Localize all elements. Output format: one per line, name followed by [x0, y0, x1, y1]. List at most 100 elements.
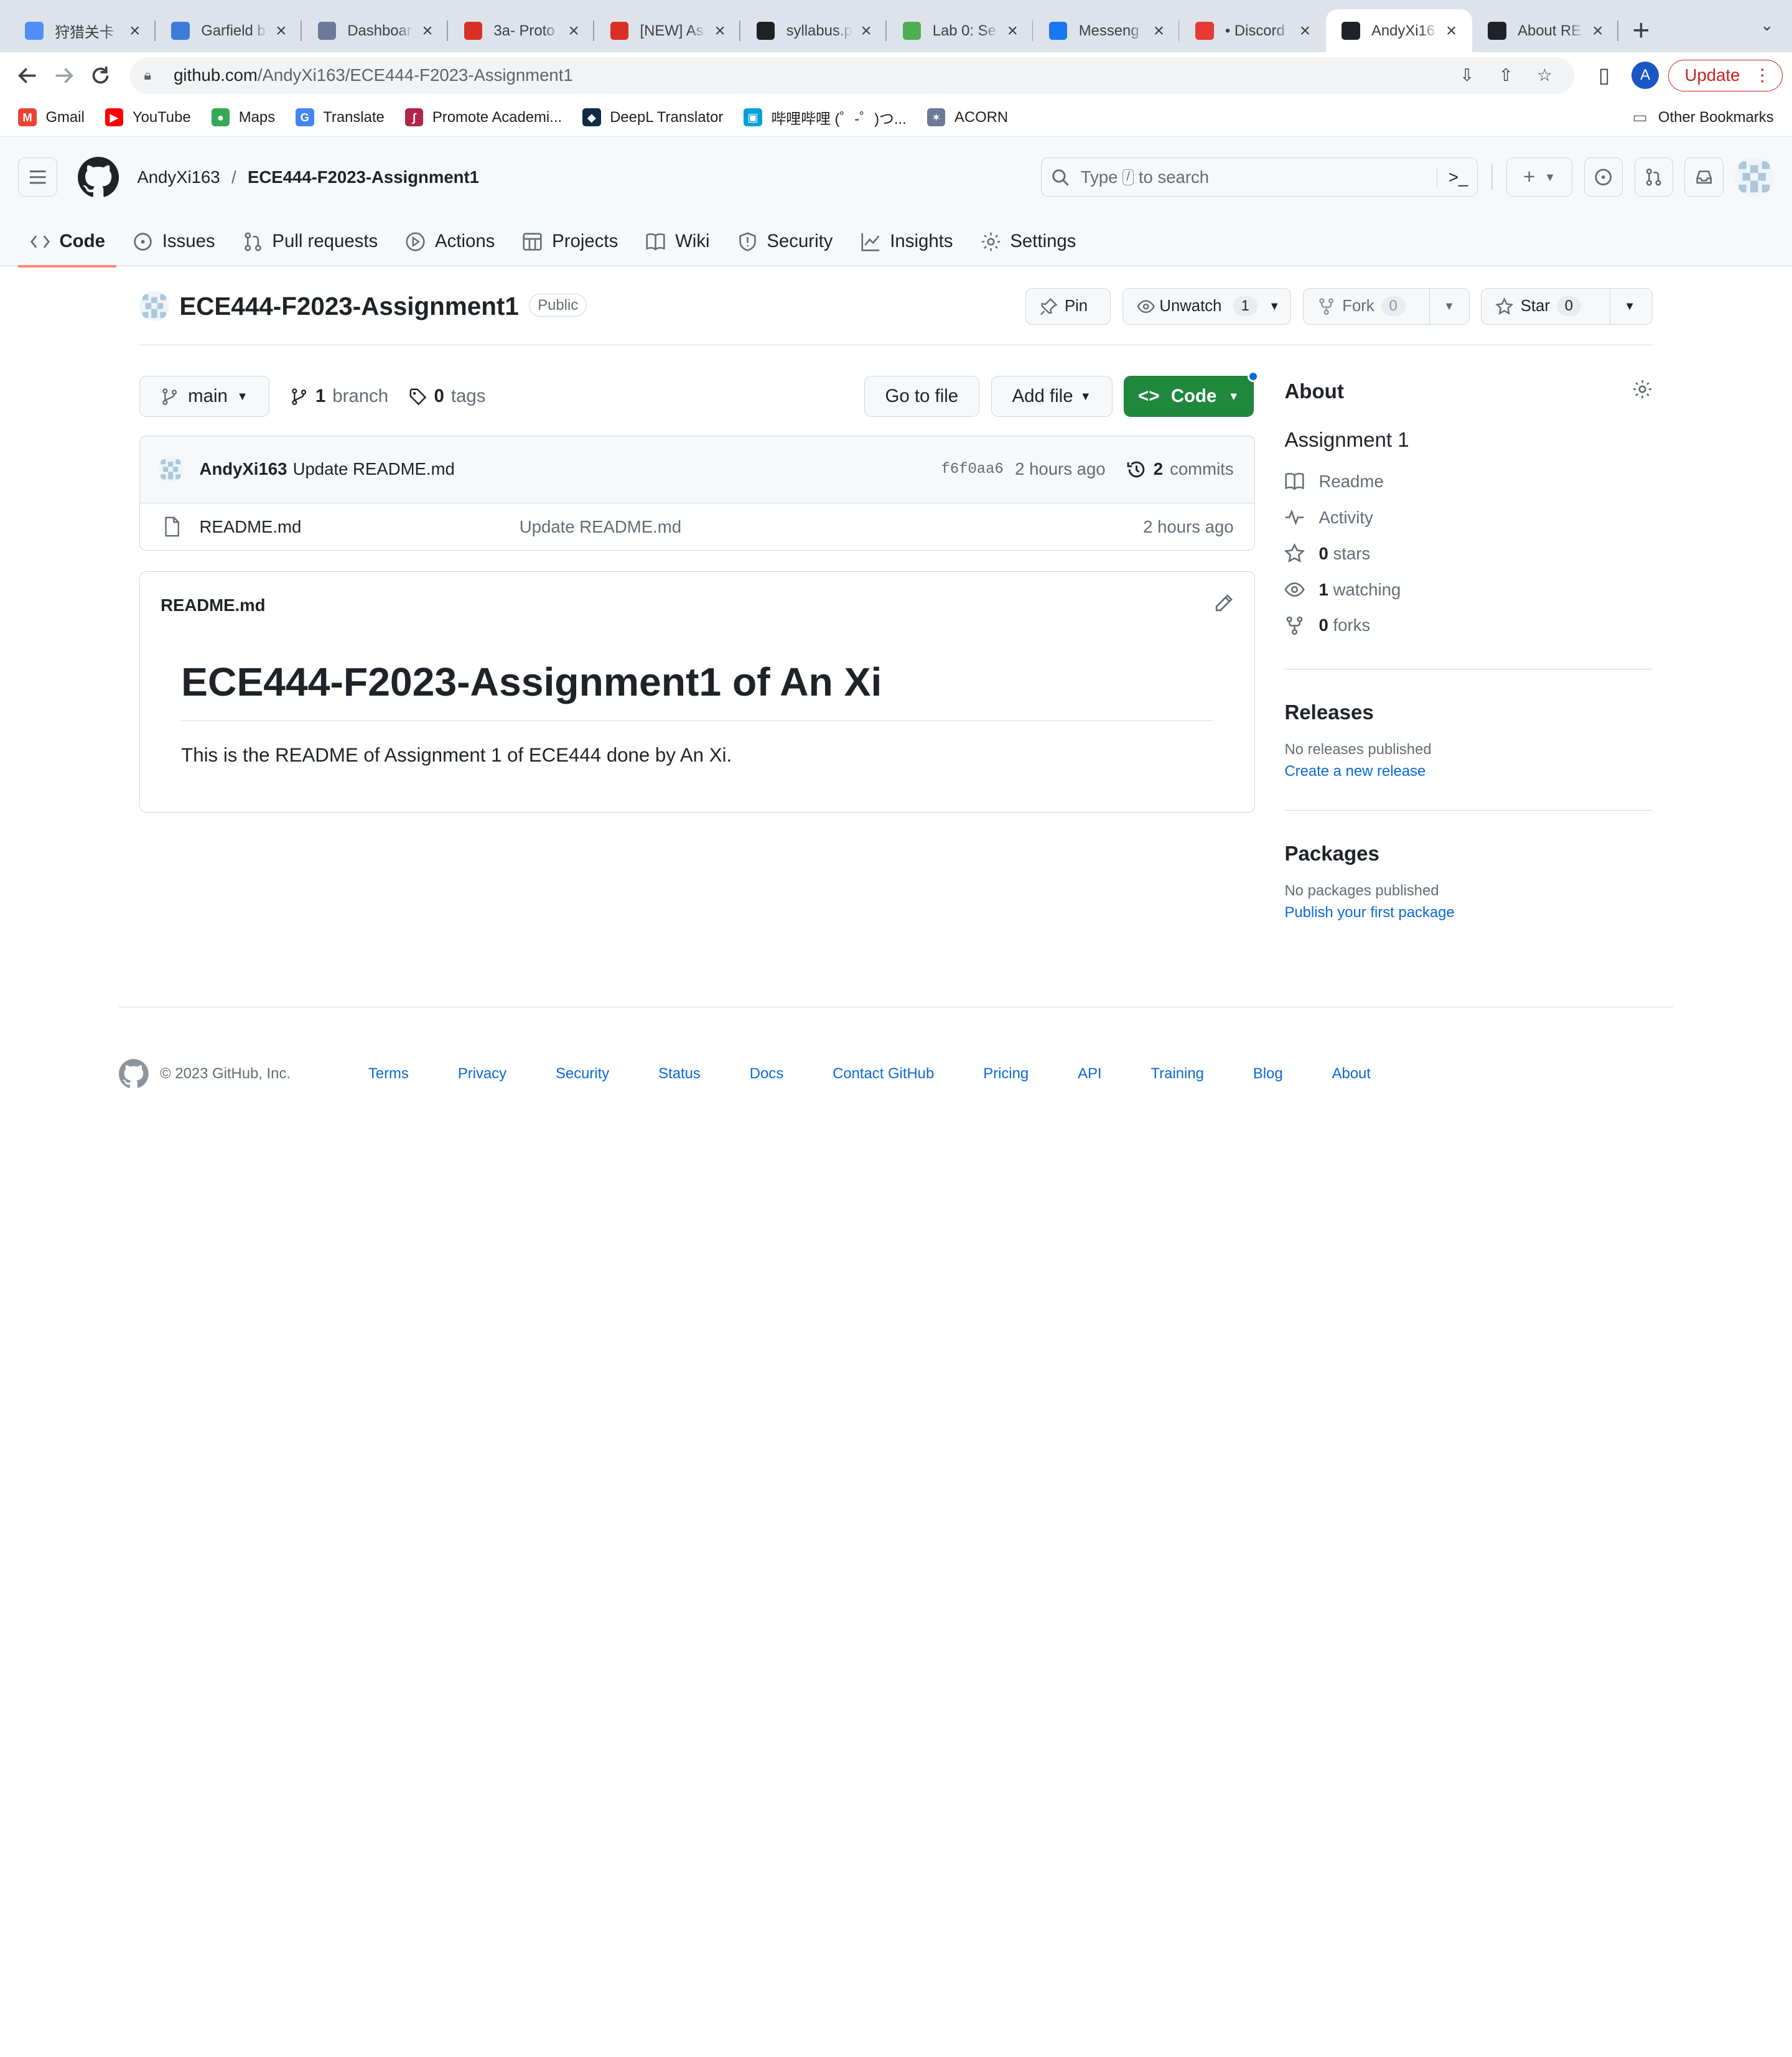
footer-link-status[interactable]: Status	[658, 1065, 701, 1083]
tab-wiki[interactable]: Wiki	[634, 217, 721, 266]
browser-tab[interactable]: Dashboar ×	[302, 9, 448, 53]
tab-pull-requests[interactable]: Pull requests	[231, 217, 389, 266]
browser-tab[interactable]: Messeng ×	[1033, 9, 1180, 53]
footer-link-about[interactable]: About	[1332, 1065, 1371, 1083]
command-palette-icon[interactable]: >_	[1436, 167, 1468, 187]
footer-link-terms[interactable]: Terms	[368, 1065, 409, 1083]
repo-name[interactable]: ECE444-F2023-Assignment1	[179, 288, 519, 325]
tab-security[interactable]: Security	[726, 217, 844, 266]
install-app-icon[interactable]: ⇩	[1451, 65, 1483, 85]
browser-tab[interactable]: • Discord ×	[1179, 9, 1325, 53]
profile-avatar[interactable]: A	[1631, 62, 1659, 90]
releases-title[interactable]: Releases	[1284, 701, 1652, 725]
tab-close-icon[interactable]: ×	[711, 21, 729, 42]
bookmark-item[interactable]: ∫ Promote Academi...	[404, 108, 562, 127]
tab-issues[interactable]: Issues	[121, 217, 226, 266]
footer-link-contact-github[interactable]: Contact GitHub	[833, 1065, 934, 1083]
bookmark-item[interactable]: ◆ DeepL Translator	[582, 108, 723, 127]
footer-link-docs[interactable]: Docs	[750, 1065, 783, 1083]
side-panel-icon[interactable]: ▯	[1586, 57, 1623, 94]
inbox-button[interactable]	[1684, 157, 1724, 197]
pull-requests-button[interactable]	[1634, 157, 1673, 197]
tab-close-icon[interactable]: ×	[1004, 21, 1022, 42]
tab-actions[interactable]: Actions	[394, 217, 506, 266]
bookmark-item[interactable]: ● Maps	[211, 108, 275, 127]
code-button[interactable]: <> Code ▼	[1124, 371, 1259, 417]
address-bar[interactable]: 🔒︎ github.com/AndyXi163/ECE444-F2023-Ass…	[130, 57, 1575, 94]
commit-author-avatar[interactable]	[158, 457, 184, 482]
bookmark-item[interactable]: G Translate	[296, 108, 385, 127]
unwatch-button[interactable]: Unwatch 1 ▼	[1122, 287, 1292, 325]
branches-link[interactable]: 1 branch	[290, 386, 388, 407]
bookmark-item[interactable]: M Gmail	[18, 108, 85, 127]
browser-tab[interactable]: Lab 0: Se ×	[887, 9, 1034, 53]
tab-close-icon[interactable]: ×	[272, 21, 290, 42]
footer-link-api[interactable]: API	[1078, 1065, 1101, 1083]
gear-icon[interactable]	[1632, 379, 1653, 404]
about-item-Activity[interactable]: Activity	[1284, 500, 1652, 536]
fork-dropdown[interactable]: ▼	[1429, 288, 1468, 324]
bookmark-item[interactable]: ▣ 哔哩哔哩 (゜-゜)つ...	[744, 106, 907, 128]
bookmark-star-icon[interactable]: ☆	[1529, 65, 1561, 85]
about-item-stars[interactable]: 0 stars	[1284, 536, 1652, 572]
github-logo-icon[interactable]	[77, 156, 119, 198]
forward-button[interactable]	[45, 57, 82, 94]
browser-tab[interactable]: 3a- Proto ×	[448, 9, 595, 53]
browser-tab[interactable]: syllabus.p ×	[740, 9, 887, 53]
issues-button[interactable]	[1584, 157, 1623, 197]
tab-close-icon[interactable]: ×	[1150, 21, 1168, 42]
add-file-button[interactable]: Add file ▼	[991, 376, 1113, 417]
browser-tab[interactable]: About RE ×	[1472, 9, 1618, 53]
browser-tab[interactable]: [NEW] As ×	[594, 9, 741, 53]
star-button[interactable]: Star 0 ▼	[1481, 287, 1653, 325]
file-name[interactable]: README.md	[200, 517, 520, 537]
browser-tab[interactable]: AndyXi16 ×	[1325, 9, 1472, 53]
other-bookmarks[interactable]: ▭ Other Bookmarks	[1631, 108, 1773, 126]
star-dropdown[interactable]: ▼	[1610, 288, 1649, 324]
fork-button[interactable]: Fork 0 ▼	[1302, 287, 1470, 325]
tab-close-icon[interactable]: ×	[857, 21, 875, 42]
hamburger-menu-button[interactable]	[18, 157, 57, 197]
back-button[interactable]	[9, 57, 46, 94]
update-button[interactable]: Update ⋮	[1668, 59, 1783, 91]
commit-sha[interactable]: f6f0aa6	[941, 461, 1004, 478]
repo-link[interactable]: ECE444-F2023-Assignment1	[248, 167, 479, 187]
repo-owner-avatar[interactable]	[139, 291, 169, 322]
bookmark-item[interactable]: ✶ ACORN	[926, 108, 1008, 127]
browser-tab[interactable]: Garfield b ×	[156, 9, 302, 53]
readme-filename[interactable]: README.md	[161, 595, 265, 615]
tab-close-icon[interactable]: ×	[126, 21, 144, 42]
footer-link-training[interactable]: Training	[1151, 1065, 1204, 1083]
tab-settings[interactable]: Settings	[969, 217, 1088, 266]
go-to-file-button[interactable]: Go to file	[864, 376, 980, 417]
tags-link[interactable]: 0 tags	[409, 386, 485, 407]
tab-close-icon[interactable]: ×	[564, 21, 582, 42]
publish-package-link[interactable]: Publish your first package	[1284, 904, 1652, 921]
edit-pencil-icon[interactable]	[1213, 593, 1234, 618]
tab-projects[interactable]: Projects	[511, 217, 630, 266]
create-release-link[interactable]: Create a new release	[1284, 763, 1652, 780]
pin-button[interactable]: Pin	[1025, 287, 1111, 325]
search-input[interactable]: Type / to search >_	[1041, 157, 1478, 197]
reload-button[interactable]	[82, 57, 119, 94]
tab-close-icon[interactable]: ×	[418, 21, 436, 42]
github-logo-icon[interactable]	[119, 1059, 149, 1089]
user-avatar[interactable]	[1735, 157, 1774, 197]
owner-link[interactable]: AndyXi163	[137, 167, 220, 187]
commit-message[interactable]: Update README.md	[293, 459, 455, 479]
footer-link-security[interactable]: Security	[556, 1065, 609, 1083]
packages-title[interactable]: Packages	[1284, 842, 1652, 866]
footer-link-pricing[interactable]: Pricing	[983, 1065, 1029, 1083]
file-commit-message[interactable]: Update README.md	[520, 517, 681, 537]
browser-tab[interactable]: 狩猎关卡 ×	[9, 9, 156, 53]
about-item-Readme[interactable]: Readme	[1284, 464, 1652, 500]
tab-insights[interactable]: Insights	[849, 217, 964, 266]
table-row[interactable]: README.md Update README.md 2 hours ago	[140, 503, 1254, 550]
new-tab-button[interactable]: +	[1618, 9, 1664, 53]
tab-close-icon[interactable]: ×	[1589, 21, 1607, 42]
create-new-button[interactable]: + ▼	[1506, 157, 1573, 197]
commit-author[interactable]: AndyXi163	[200, 459, 287, 479]
about-item-forks[interactable]: 0 forks	[1284, 607, 1652, 643]
tab-search-chevron-icon[interactable]: ⌄	[1760, 16, 1774, 35]
share-icon[interactable]: ⇧	[1490, 65, 1521, 85]
